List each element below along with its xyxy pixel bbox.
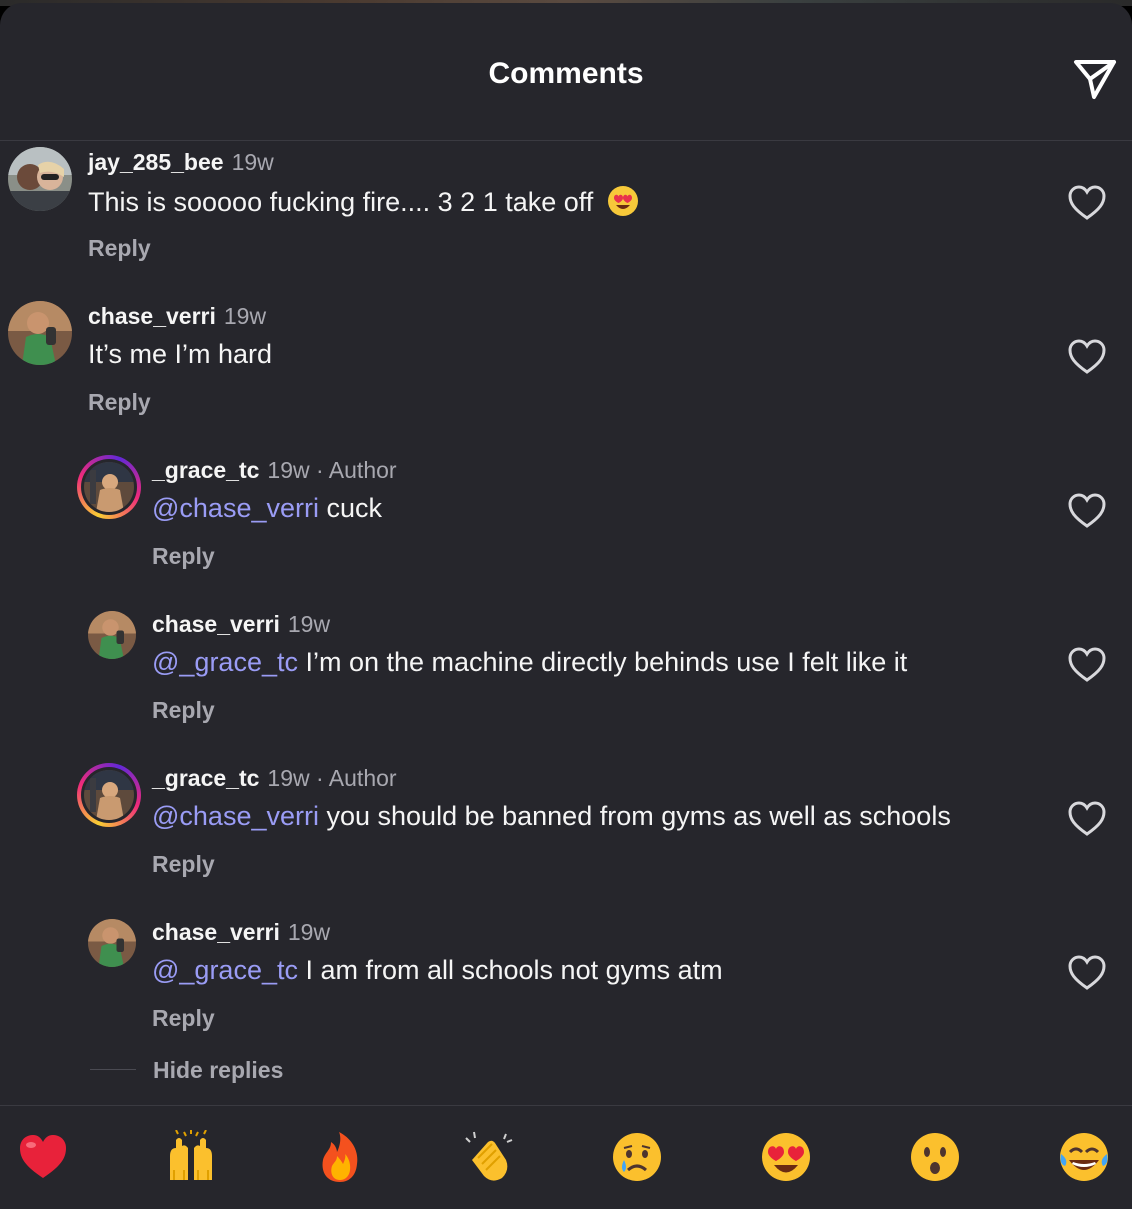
comment-time: 19w (287, 611, 331, 637)
comment-time: 19w (223, 303, 267, 329)
comment-text: @chase_verri cuck (152, 493, 383, 523)
page-title: Comments (488, 57, 644, 90)
author-label: · Author (309, 765, 397, 791)
author-label: · Author (309, 457, 397, 483)
like-heart-icon[interactable] (1068, 801, 1106, 837)
mention-link[interactable]: @chase_verri (152, 493, 319, 523)
reply-button[interactable]: Reply (88, 389, 151, 416)
reply-item: chase_verri 19w @_grace_tc I am from all … (0, 913, 1132, 1063)
reply-item: _grace_tc 19w · Author @chase_verri you s… (0, 759, 1132, 909)
heart-eyes-emoji (607, 185, 639, 224)
raised-hands-emoji[interactable] (164, 1130, 218, 1184)
comment-time: 19w (267, 765, 310, 791)
mention-link[interactable]: @_grace_tc (152, 647, 298, 677)
like-heart-icon[interactable] (1068, 955, 1106, 991)
hide-replies-divider (90, 1069, 136, 1070)
reply-item: _grace_tc 19w · Author @chase_verri cuck … (0, 451, 1132, 601)
comment-text: It’s me I’m hard (88, 339, 273, 369)
avatar[interactable] (8, 147, 72, 211)
comment-username[interactable]: chase_verri (152, 611, 280, 637)
avatar[interactable] (8, 301, 72, 365)
comment-text: @_grace_tc I’m on the machine directly b… (152, 647, 908, 677)
heart-eyes-emoji[interactable] (759, 1130, 813, 1184)
mention-link[interactable]: @chase_verri (152, 801, 319, 831)
surprised-face-emoji[interactable] (908, 1130, 962, 1184)
reply-button[interactable]: Reply (152, 1005, 215, 1032)
reply-button[interactable]: Reply (152, 543, 215, 570)
clapping-hands-emoji[interactable] (462, 1130, 516, 1184)
like-heart-icon[interactable] (1068, 339, 1106, 375)
reply-button[interactable]: Reply (152, 697, 215, 724)
comment-time: 19w (267, 457, 310, 483)
avatar[interactable] (88, 611, 136, 659)
comments-sheet: Comments jay_285_bee 19w This is sooooo … (0, 3, 1132, 1209)
story-ring-avatar[interactable] (77, 455, 141, 519)
comment-text: @_grace_tc I am from all schools not gym… (152, 955, 723, 985)
avatar[interactable] (88, 919, 136, 967)
paper-plane-icon[interactable] (1070, 53, 1120, 103)
comment-time: 19w (287, 919, 331, 945)
comment-item: jay_285_bee 19w This is sooooo fucking fi… (0, 143, 1132, 293)
reply-button[interactable]: Reply (88, 235, 151, 262)
fire-emoji[interactable] (313, 1130, 367, 1184)
mention-link[interactable]: @_grace_tc (152, 955, 298, 985)
comments-header: Comments (0, 3, 1132, 141)
reply-button[interactable]: Reply (152, 851, 215, 878)
comment-text: This is sooooo fucking fire.... 3 2 1 ta… (88, 185, 639, 224)
crying-face-emoji[interactable] (610, 1130, 664, 1184)
story-ring-avatar[interactable] (77, 763, 141, 827)
comment-username[interactable]: _grace_tc (152, 457, 259, 483)
comment-time: 19w (231, 149, 274, 175)
comment-username[interactable]: chase_verri (152, 919, 280, 945)
tears-of-joy-emoji[interactable] (1057, 1130, 1111, 1184)
comment-username[interactable]: _grace_tc (152, 765, 259, 791)
hide-replies-button[interactable]: Hide replies (153, 1057, 283, 1084)
comment-username[interactable]: jay_285_bee (88, 149, 224, 175)
red-heart-emoji[interactable] (16, 1130, 70, 1184)
like-heart-icon[interactable] (1068, 185, 1106, 221)
reply-item: chase_verri 19w @_grace_tc I’m on the mac… (0, 605, 1132, 755)
comment-text: @chase_verri you should be banned from g… (152, 801, 951, 831)
like-heart-icon[interactable] (1068, 647, 1106, 683)
comment-username[interactable]: chase_verri (88, 303, 216, 329)
emoji-reaction-bar (0, 1105, 1132, 1209)
like-heart-icon[interactable] (1068, 493, 1106, 529)
comment-item: chase_verri 19w It’s me I’m hard Reply (0, 297, 1132, 447)
